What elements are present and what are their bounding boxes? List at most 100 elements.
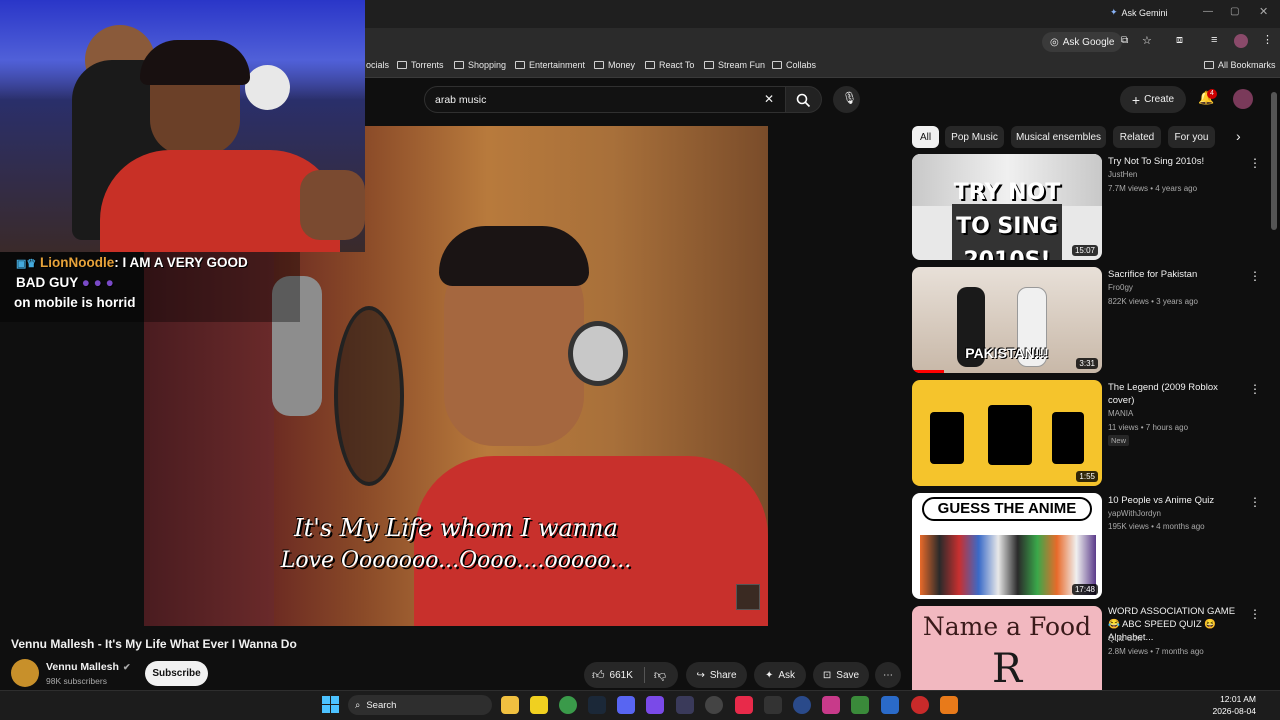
recommendation-thumbnail[interactable]: GUESS THE ANIME 17:48 <box>912 493 1102 599</box>
recommendation-thumbnail[interactable]: PAKISTAN!!! 3:31 <box>912 267 1102 373</box>
recommendation-title[interactable]: 10 People vs Anime Quiz <box>1108 494 1243 507</box>
recommendation-channel[interactable]: MANIA <box>1108 409 1133 418</box>
browser-menu-icon[interactable]: ⋮ <box>1262 33 1273 46</box>
clear-search-icon[interactable]: ✕ <box>764 92 774 106</box>
chip-for-you[interactable]: For you <box>1168 126 1215 148</box>
app-icon[interactable] <box>646 696 664 714</box>
share-button[interactable]: ↪ Share <box>686 662 747 688</box>
video-title: Vennu Mallesh - It's My Life What Ever I… <box>11 637 297 651</box>
bookmark-icon: ⊡ <box>822 669 832 681</box>
sticky-notes-icon[interactable] <box>530 696 548 714</box>
steam-icon[interactable] <box>588 696 606 714</box>
recommendation-channel[interactable]: Quiz Cow <box>1108 634 1143 643</box>
more-vertical-icon[interactable]: ⋮ <box>1249 607 1261 621</box>
app-icon[interactable] <box>705 696 723 714</box>
more-vertical-icon[interactable]: ⋮ <box>1249 156 1261 170</box>
channel-avatar[interactable] <box>11 659 39 687</box>
notifications-button[interactable]: 🔔 4 <box>1196 89 1217 109</box>
streamer-webcam <box>0 0 365 252</box>
bookmark-react-to[interactable]: React To <box>645 60 694 70</box>
thumbnail-letter: R <box>991 646 1023 690</box>
app-icon[interactable] <box>676 696 694 714</box>
duration-badge: 15:07 <box>1071 245 1098 256</box>
minimize-icon[interactable]: — <box>1203 6 1213 17</box>
more-vertical-icon[interactable]: ⋮ <box>1249 269 1261 283</box>
music-icon[interactable] <box>822 696 840 714</box>
tiktok-icon[interactable] <box>735 696 753 714</box>
bookmark-entertainment[interactable]: Entertainment <box>515 60 585 70</box>
chip-all[interactable]: All <box>912 126 939 148</box>
extensions-icon[interactable]: ⧈ <box>1176 34 1183 47</box>
torrent-icon[interactable] <box>851 696 869 714</box>
bookmark-star-icon[interactable]: ☆ <box>1142 34 1152 47</box>
recommendation-title[interactable]: Sacrifice for Pakistan <box>1108 268 1243 281</box>
bookmark-socials[interactable]: ocials <box>366 60 389 70</box>
taskbar-clock[interactable]: 12:01 AM 2026-08-04 <box>1206 694 1256 716</box>
discord-icon[interactable] <box>617 696 635 714</box>
more-vertical-icon[interactable]: ⋮ <box>1249 382 1261 396</box>
bookmark-shopping[interactable]: Shopping <box>454 60 506 70</box>
account-avatar[interactable] <box>1233 89 1253 109</box>
bookmark-money[interactable]: Money <box>594 60 635 70</box>
create-button[interactable]: + Create <box>1120 86 1186 113</box>
chip-musical-ensembles[interactable]: Musical ensembles <box>1011 126 1106 148</box>
duration-badge: 1:55 <box>1076 471 1098 482</box>
ask-button[interactable]: ✦ Ask <box>754 662 806 688</box>
cast-icon[interactable]: ⧉ <box>1121 35 1128 46</box>
taskbar-search[interactable]: ⌕ Search <box>348 695 492 715</box>
more-horizontal-icon: ⋯ <box>883 669 893 681</box>
close-icon[interactable]: ✕ <box>1259 5 1268 18</box>
recommendation-channel[interactable]: Fro0gy <box>1108 283 1133 292</box>
watermark-logo <box>736 584 760 610</box>
chrome-icon[interactable] <box>559 696 577 714</box>
recommendation-title[interactable]: The Legend (2009 Roblox cover) <box>1108 381 1243 407</box>
bookmark-collabs[interactable]: Collabs <box>772 60 816 70</box>
more-actions-button[interactable]: ⋯ <box>875 662 901 688</box>
folder-icon <box>645 61 655 69</box>
video-caption-line-1: It's My Life whom I wanna <box>294 514 618 542</box>
channel-name[interactable]: Vennu Mallesh ✔ <box>46 661 130 673</box>
app-icon[interactable] <box>793 696 811 714</box>
app-icon[interactable] <box>911 696 929 714</box>
ask-gemini-button[interactable]: ✦ Ask Gemini <box>1110 7 1168 18</box>
vlc-icon[interactable] <box>940 696 958 714</box>
like-button[interactable]: 👍︎ 661K <box>592 668 633 683</box>
thumbs-up-icon: 👍︎ <box>592 667 605 682</box>
like-dislike-group: 👍︎ 661K 👎︎ <box>584 662 678 688</box>
recommendation-thumbnail[interactable]: Name a Food R <box>912 606 1102 690</box>
duration-badge: 17:48 <box>1071 584 1098 595</box>
app-icon[interactable] <box>881 696 899 714</box>
bookmark-torrents[interactable]: Torrents <box>397 60 444 70</box>
dislike-button[interactable]: 👎︎ <box>654 668 666 683</box>
recommendation-thumbnail[interactable]: TRY NOT TO SING 2010S! 15:07 <box>912 154 1102 260</box>
divider <box>643 667 645 683</box>
maximize-icon[interactable]: ▢ <box>1230 6 1239 17</box>
media-controls-icon[interactable]: ≡ <box>1211 34 1217 46</box>
recommendation-title[interactable]: Try Not To Sing 2010s! <box>1108 155 1243 168</box>
voice-search-button[interactable]: 🎙 <box>833 86 860 113</box>
profile-avatar[interactable] <box>1234 34 1248 48</box>
windows-start-icon[interactable] <box>322 696 339 713</box>
all-bookmarks[interactable]: All Bookmarks <box>1204 60 1276 70</box>
scrollbar-thumb[interactable] <box>1271 92 1277 230</box>
singer-hair <box>439 226 589 286</box>
chevron-right-icon[interactable]: › <box>1236 128 1241 144</box>
recommendation-channel[interactable]: yapWithJordyn <box>1108 509 1161 518</box>
settings-icon[interactable] <box>764 696 782 714</box>
watch-progress-bar <box>912 370 944 373</box>
search-input[interactable]: arab music ✕ <box>424 86 786 113</box>
recommendation-thumbnail[interactable]: 1:55 <box>912 380 1102 486</box>
chip-related[interactable]: Related <box>1113 126 1161 148</box>
search-button[interactable] <box>786 86 822 113</box>
subscribe-button[interactable]: Subscribe <box>145 661 208 686</box>
microphone-icon: 🎙 <box>842 91 858 105</box>
save-button[interactable]: ⊡ Save <box>813 662 869 688</box>
bookmark-stream-fun[interactable]: Stream Fun <box>704 60 765 70</box>
duration-badge: 3:31 <box>1076 358 1098 369</box>
notification-badge: 4 <box>1207 89 1217 99</box>
recommendation-channel[interactable]: JustHen <box>1108 170 1137 179</box>
ask-google-button[interactable]: ◎ Ask Google <box>1042 32 1123 52</box>
more-vertical-icon[interactable]: ⋮ <box>1249 495 1261 509</box>
chip-pop-music[interactable]: Pop Music <box>945 126 1004 148</box>
file-explorer-icon[interactable] <box>501 696 519 714</box>
